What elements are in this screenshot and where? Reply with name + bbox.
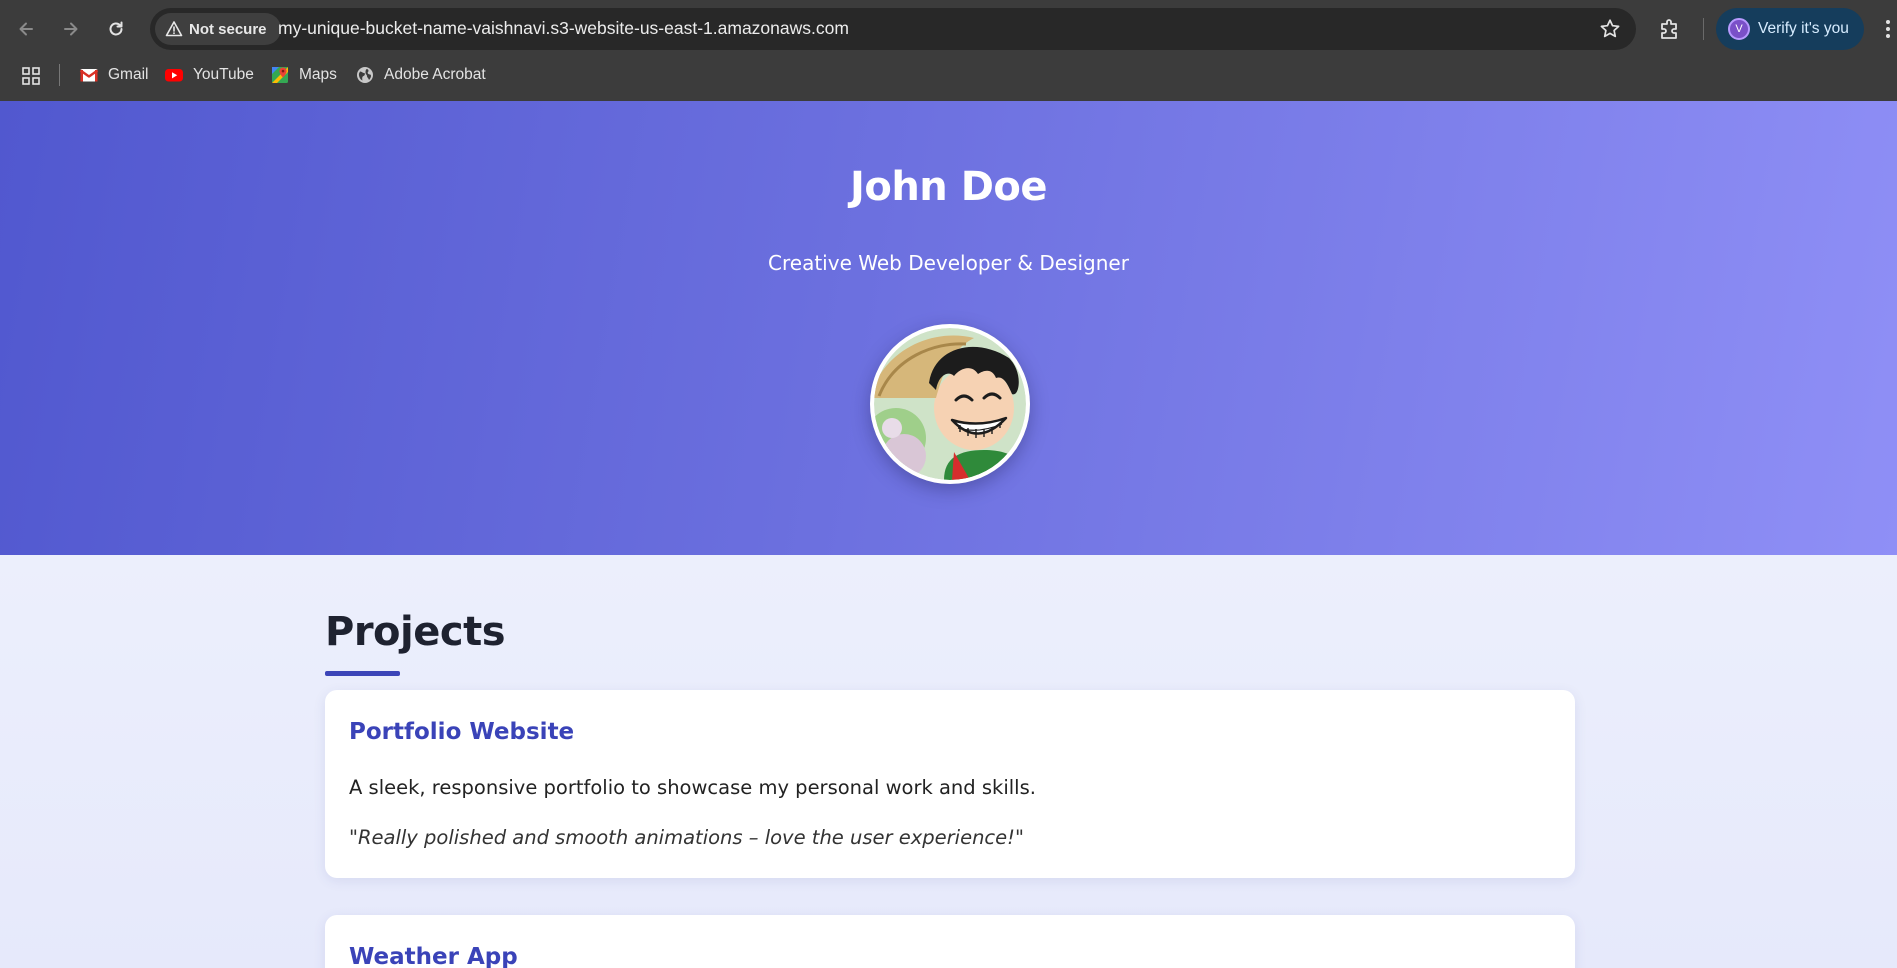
browser-menu-button[interactable] [1882, 16, 1894, 42]
project-card: Weather App [325, 915, 1575, 968]
bookmark-youtube[interactable]: YouTube [164, 63, 254, 87]
extensions-button[interactable] [1656, 15, 1684, 43]
menu-icon [1886, 20, 1890, 38]
bookmark-label: Adobe Acrobat [384, 66, 486, 83]
back-button[interactable] [10, 13, 42, 45]
bookmark-star-button[interactable] [1598, 17, 1622, 41]
bookmark-label: Maps [299, 66, 337, 83]
address-bar[interactable]: Not secure my-unique-bucket-name-vaishna… [150, 8, 1636, 50]
warning-icon [165, 21, 183, 37]
hero-tagline: Creative Web Developer & Designer [768, 251, 1129, 275]
section-title: Projects [325, 609, 506, 655]
url-text[interactable]: my-unique-bucket-name-vaishnavi.s3-websi… [278, 18, 849, 39]
security-indicator[interactable]: Not secure [155, 13, 281, 45]
security-label: Not secure [189, 20, 267, 38]
project-title: Weather App [349, 944, 518, 968]
browser-toolbar: Not secure my-unique-bucket-name-vaishna… [0, 0, 1897, 58]
bookmarks-separator [59, 64, 60, 86]
youtube-icon [165, 69, 183, 82]
bookmark-gmail[interactable]: Gmail [79, 63, 148, 87]
profile-button[interactable]: V Verify it's you [1716, 8, 1864, 50]
hero-header: John Doe Creative Web Developer & Design… [0, 101, 1897, 555]
extensions-icon [1661, 19, 1677, 39]
star-icon [1600, 19, 1620, 38]
project-testimonial: "Really polished and smooth animations –… [349, 826, 1024, 849]
section-underline [325, 671, 400, 676]
profile-label: Verify it's you [1758, 20, 1849, 37]
browser-chrome: Not secure my-unique-bucket-name-vaishna… [0, 0, 1897, 101]
toolbar-divider [1703, 18, 1704, 40]
forward-icon [64, 22, 78, 36]
back-icon [19, 22, 33, 36]
reload-icon [109, 21, 123, 36]
project-description: A sleek, responsive portfolio to showcas… [349, 776, 1036, 799]
project-title: Portfolio Website [349, 719, 575, 745]
projects-section: Projects Portfolio Website A sleek, resp… [0, 555, 1897, 968]
forward-button[interactable] [55, 13, 87, 45]
profile-avatar: V [1728, 18, 1750, 40]
apps-icon[interactable] [21, 66, 41, 86]
profile-avatar-image [870, 324, 1030, 484]
cartoon-avatar-image [874, 328, 1026, 480]
hero-name: John Doe [849, 164, 1048, 210]
bookmark-label: Gmail [108, 66, 149, 83]
project-card: Portfolio Website A sleek, responsive po… [325, 690, 1575, 878]
bookmark-adobe-acrobat[interactable]: Adobe Acrobat [355, 63, 486, 87]
maps-icon [272, 67, 288, 83]
gmail-icon [79, 69, 99, 82]
globe-icon [357, 67, 373, 83]
reload-button[interactable] [100, 13, 132, 45]
bookmark-label: YouTube [193, 66, 254, 83]
bookmark-maps[interactable]: Maps [270, 63, 337, 87]
